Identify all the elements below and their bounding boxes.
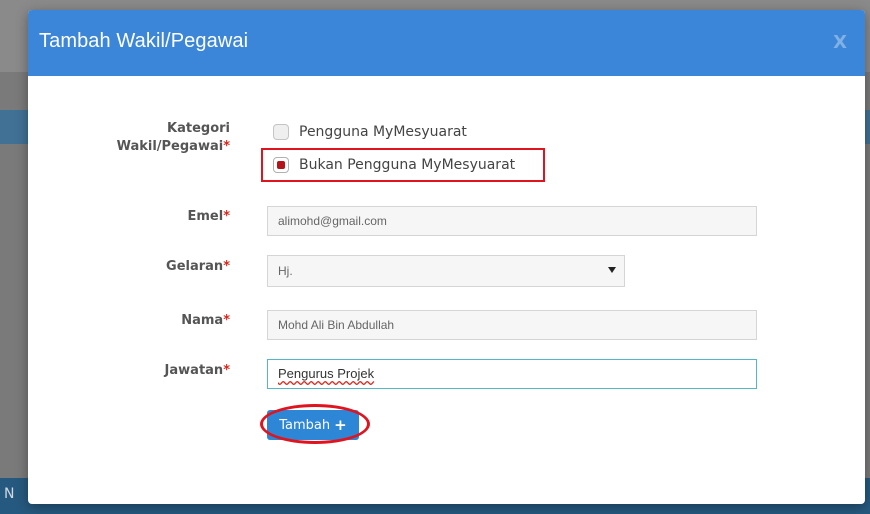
email-label-text: Emel [187,209,224,224]
name-label-text: Nama [181,313,224,328]
position-field-value: Pengurus Projek [278,366,375,381]
radio-unchecked-icon[interactable] [273,124,289,140]
radio-option-non-user[interactable]: Bukan Pengguna MyMesyuarat [273,157,515,173]
close-icon[interactable]: X [833,32,847,53]
required-mark: * [223,139,230,154]
title-label-text: Gelaran [166,259,224,274]
email-field-text: alimohd@gmail.com [278,214,387,228]
required-mark: * [223,259,230,274]
radio-checked-icon[interactable] [273,157,289,173]
caret-down-icon [608,267,616,273]
category-label-line2: Wakil/Pegawai [116,139,224,154]
category-label: Kategori Wakil/Pegawai* [117,120,230,156]
name-label: Nama* [181,312,230,330]
required-mark: * [223,209,230,224]
position-field[interactable]: Pengurus Projek [267,359,757,389]
title-select-value: Hj. [278,264,293,278]
modal-header: Tambah Wakil/Pegawai X [28,10,865,76]
title-label: Gelaran* [166,258,230,276]
radio-option-label: Bukan Pengguna MyMesyuarat [299,157,516,173]
radio-option-label: Pengguna MyMesyuarat [299,124,467,140]
radio-option-user[interactable]: Pengguna MyMesyuarat [273,124,467,140]
name-field[interactable]: Mohd Ali Bin Abdullah [267,310,757,340]
title-select[interactable]: Hj. [267,255,625,287]
required-mark: * [223,313,230,328]
email-field[interactable]: alimohd@gmail.com [267,206,757,236]
position-label-text: Jawatan [164,363,224,378]
name-field-text: Mohd Ali Bin Abdullah [278,318,395,332]
required-mark: * [223,363,230,378]
category-label-line1: Kategori [167,121,230,136]
position-label: Jawatan* [165,362,230,380]
modal-title: Tambah Wakil/Pegawai [39,30,249,52]
email-label: Emel* [187,208,230,226]
backdrop-letter: N [4,486,15,502]
add-representative-modal: Tambah Wakil/Pegawai X Kategori Wakil/Pe… [28,10,865,504]
highlight-annotation-ellipse [260,404,370,444]
